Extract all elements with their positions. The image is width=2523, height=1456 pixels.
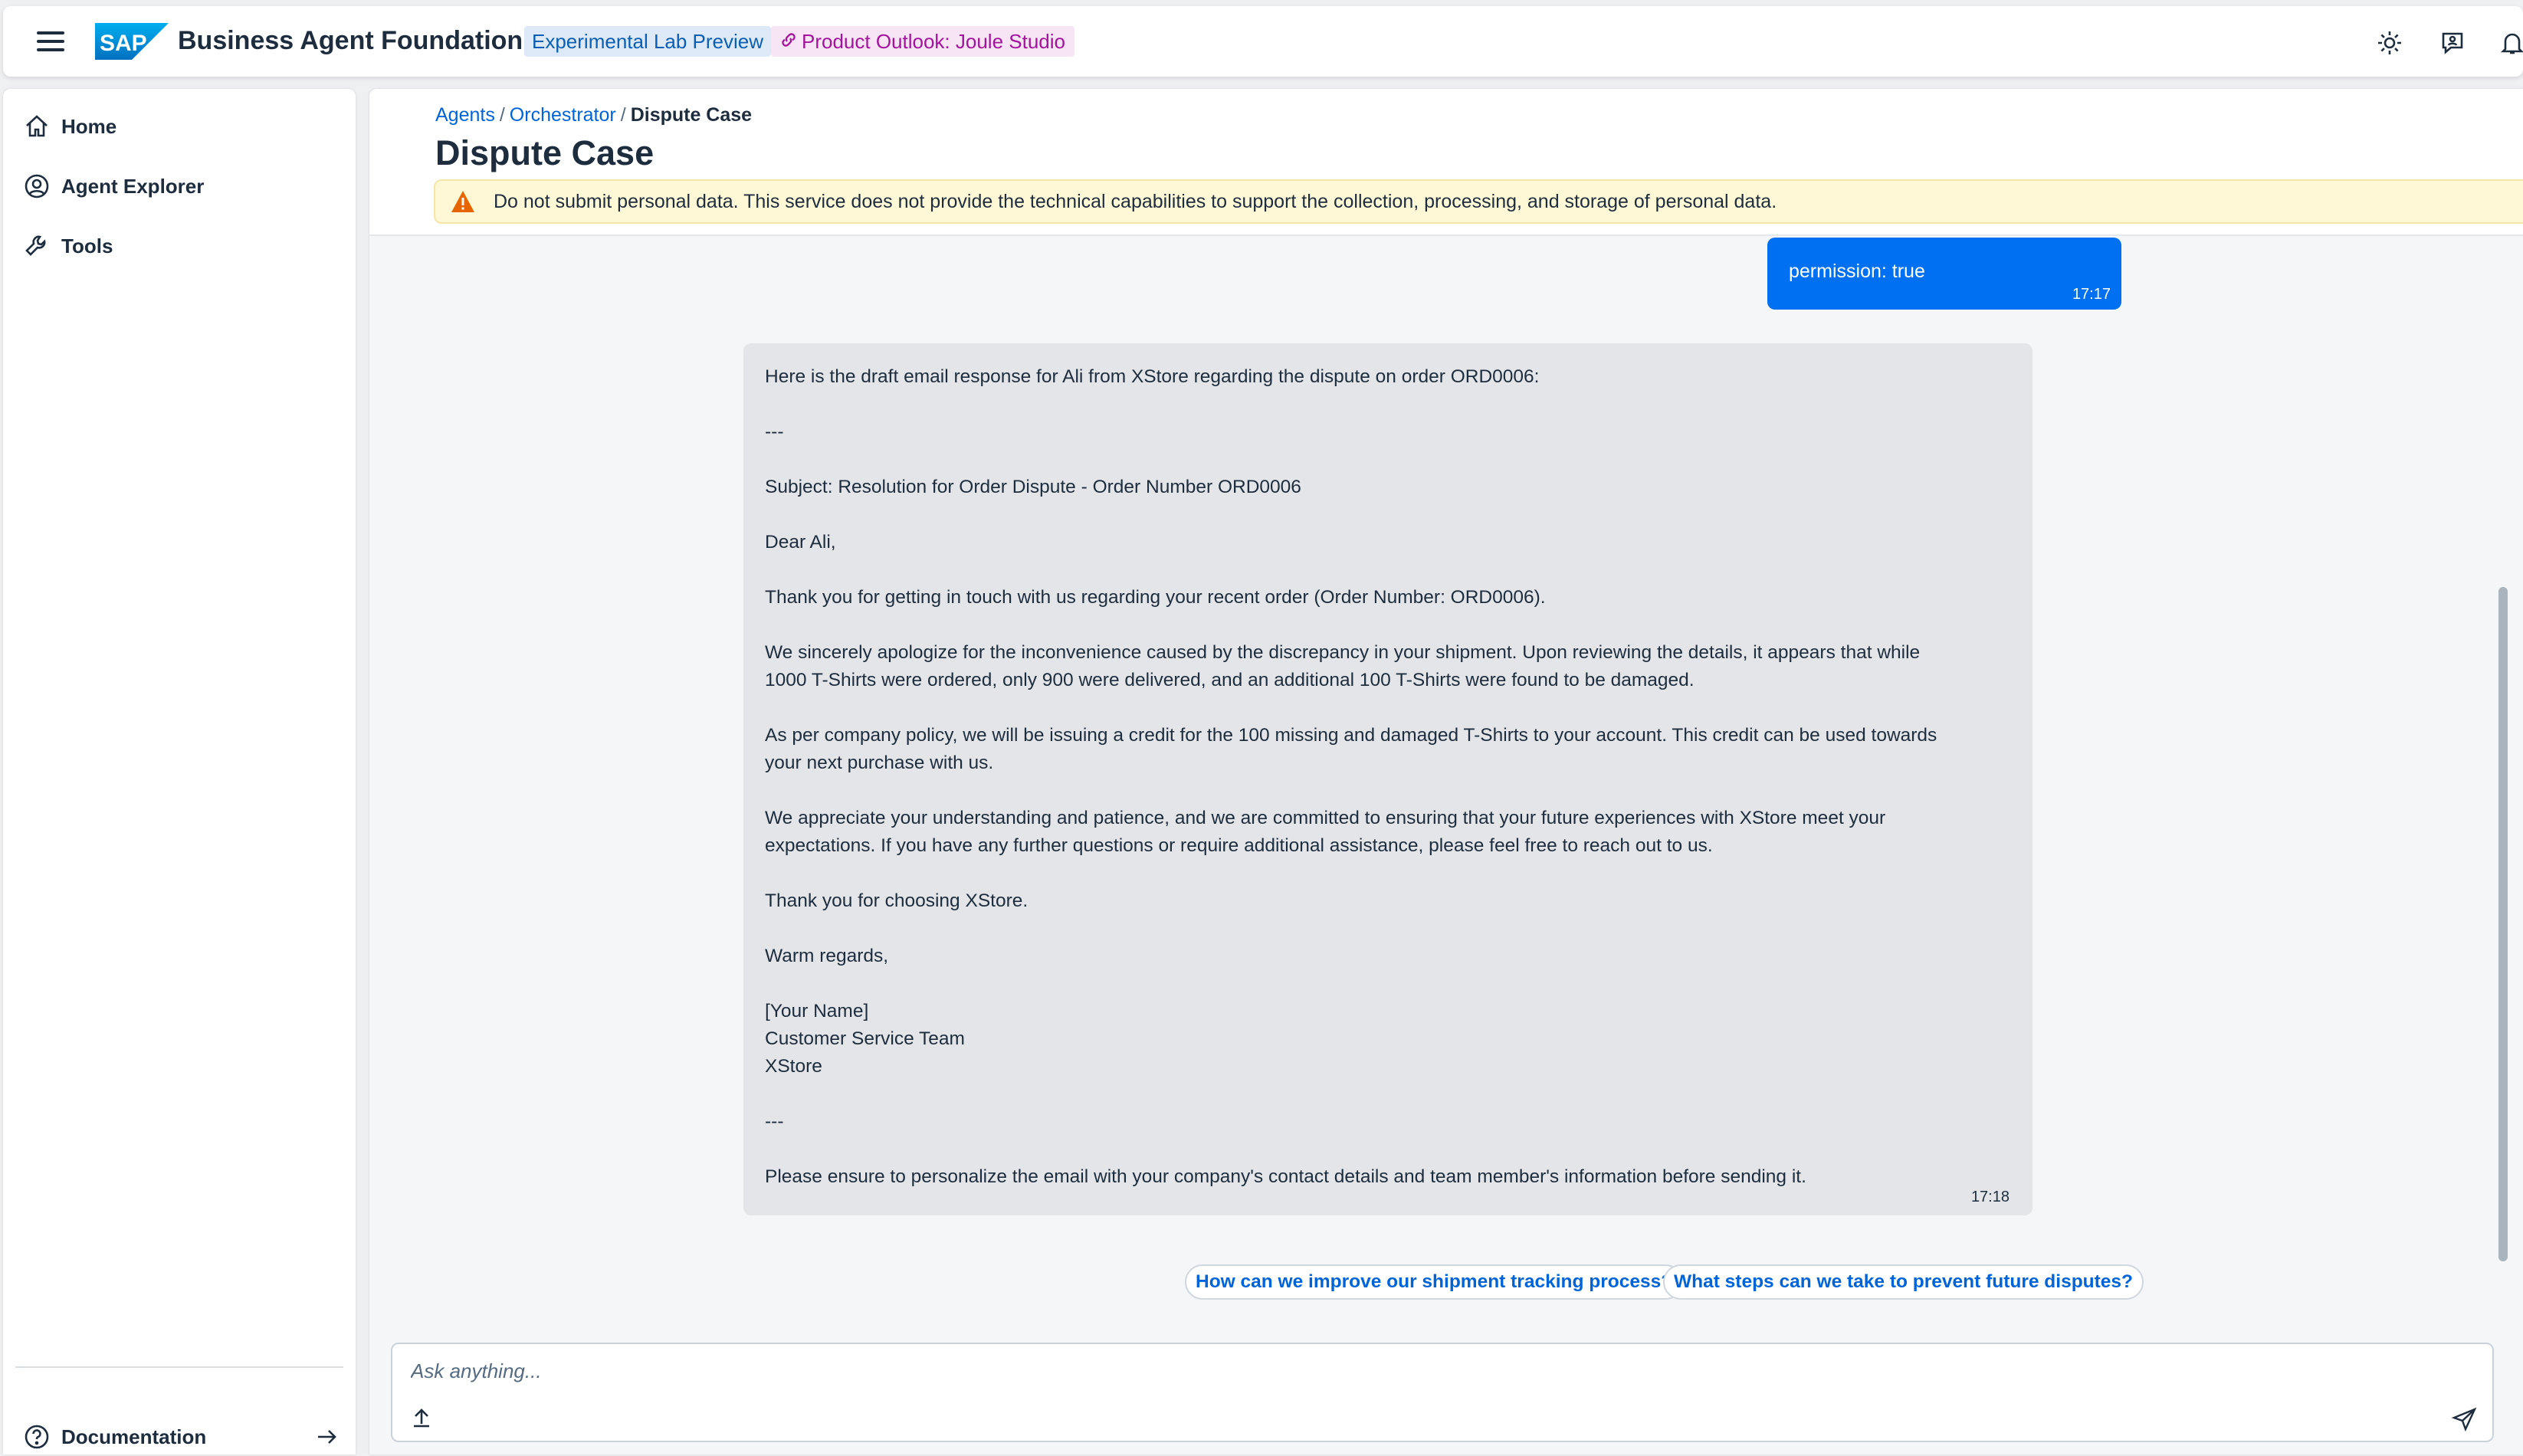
user-message-text: permission: true xyxy=(1789,261,1925,282)
agent-message-bubble: Here is the draft email response for Ali… xyxy=(743,343,2033,1215)
link-icon xyxy=(780,26,797,57)
svg-text:SAP: SAP xyxy=(100,31,147,56)
message-line: 1000 T-Shirts were ordered, only 900 wer… xyxy=(765,670,1695,690)
message-line: [Your Name] xyxy=(765,1001,869,1021)
sidebar-item-documentation[interactable]: Documentation xyxy=(23,1418,340,1456)
warning-message-strip: Do not submit personal data. This servic… xyxy=(434,179,2523,224)
breadcrumb-link-orchestrator[interactable]: Orchestrator xyxy=(510,104,616,126)
sidebar-item-label: Tools xyxy=(61,234,113,257)
feedback-icon[interactable] xyxy=(2439,29,2466,57)
person-icon xyxy=(25,174,49,198)
send-icon[interactable] xyxy=(2451,1405,2479,1433)
message-timestamp: 17:17 xyxy=(2072,286,2111,303)
sap-logo: SAP xyxy=(95,23,169,60)
suggestion-chip[interactable]: What steps can we take to prevent future… xyxy=(1663,1264,2144,1300)
chat-scrollbar[interactable] xyxy=(2498,234,2512,1338)
breadcrumb-separator: / xyxy=(620,104,626,126)
sidebar-item-label: Home xyxy=(61,114,117,138)
shell-bar: SAP Business Agent Foundation Experiment… xyxy=(3,6,2523,77)
message-line: Customer Service Team xyxy=(765,1028,965,1049)
sidebar-item-home[interactable]: Home xyxy=(23,107,116,146)
message-line: Here is the draft email response for Ali… xyxy=(765,366,1540,387)
breadcrumb-link-agents[interactable]: Agents xyxy=(435,104,495,126)
message-line: We appreciate your understanding and pat… xyxy=(765,808,1886,828)
message-line: --- xyxy=(765,421,784,442)
breadcrumb-current: Dispute Case xyxy=(630,104,753,126)
scrollbar-thumb[interactable] xyxy=(2498,587,2508,1261)
sidebar-item-agent-explorer[interactable]: Agent Explorer xyxy=(23,167,204,205)
message-line: Thank you for choosing XStore. xyxy=(765,890,1029,911)
question-icon xyxy=(25,1425,49,1449)
arrow-right-icon xyxy=(318,1430,336,1444)
wrench-icon xyxy=(25,235,46,256)
message-line: Please ensure to personalize the email w… xyxy=(765,1166,1806,1187)
sidebar-divider xyxy=(15,1366,343,1368)
breadcrumb: Agents / Orchestrator / Dispute Case xyxy=(435,104,752,126)
sun-icon[interactable] xyxy=(2376,29,2403,57)
user-message-bubble: permission: true 17:17 xyxy=(1767,238,2121,310)
menu-icon[interactable] xyxy=(32,26,69,57)
main-content: Agents / Orchestrator / Dispute Case Dispute… xyxy=(369,89,2523,1454)
app-title: Business Agent Foundation xyxy=(178,26,523,55)
message-line: Subject: Resolution for Order Dispute - … xyxy=(765,477,1301,497)
message-timestamp: 17:18 xyxy=(1970,1189,2010,1205)
sidebar-item-tools[interactable]: Tools xyxy=(23,227,113,265)
side-navigation: Home Agent Explorer Tools Documentation xyxy=(3,89,356,1454)
breadcrumb-separator: / xyxy=(499,104,505,126)
product-outlook-label: Product Outlook: Joule Studio xyxy=(802,30,1065,53)
message-line: your next purchase with us. xyxy=(765,753,994,773)
product-outlook-link[interactable]: Product Outlook: Joule Studio xyxy=(771,26,1074,57)
experimental-badge: Experimental Lab Preview xyxy=(524,26,772,57)
bell-icon[interactable] xyxy=(2498,29,2523,57)
message-line: Thank you for getting in touch with us r… xyxy=(765,587,1546,608)
sidebar-item-label: Documentation xyxy=(61,1425,207,1448)
message-line: As per company policy, we will be issuin… xyxy=(765,725,1937,746)
warning-icon xyxy=(451,191,474,212)
page-header: Agents / Orchestrator / Dispute Case Dispute… xyxy=(369,89,2523,236)
page-title: Dispute Case xyxy=(435,133,655,172)
sidebar-item-label: Agent Explorer xyxy=(61,174,205,198)
warning-text: Do not submit personal data. This servic… xyxy=(494,190,1777,212)
message-line: --- xyxy=(765,1111,784,1132)
message-line: expectations. If you have any further qu… xyxy=(765,835,1713,856)
message-line: XStore xyxy=(765,1056,822,1077)
home-icon xyxy=(26,115,48,137)
chat-input[interactable] xyxy=(409,1355,2405,1387)
message-line: We sincerely apologize for the inconveni… xyxy=(765,642,1921,663)
message-line: Warm regards, xyxy=(765,946,889,966)
chat-input-box xyxy=(391,1343,2494,1442)
upload-icon[interactable] xyxy=(406,1402,437,1433)
suggestion-chip[interactable]: How can we improve our shipment tracking… xyxy=(1185,1264,1684,1300)
message-line: Dear Ali, xyxy=(765,532,836,553)
